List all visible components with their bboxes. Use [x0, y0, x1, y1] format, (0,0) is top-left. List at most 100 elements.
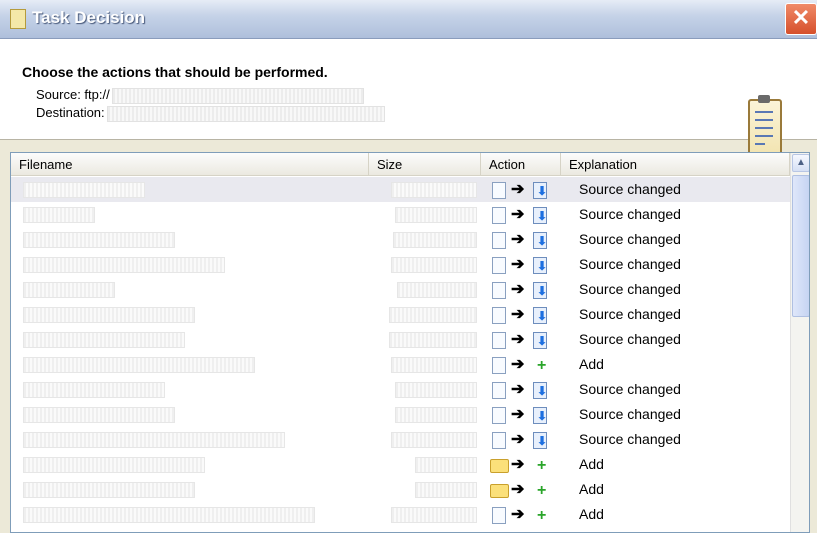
action-cell[interactable]: ➔ +	[489, 355, 579, 375]
table-row[interactable]: ➔ ⬇ Source changed	[11, 227, 790, 252]
scroll-up-button[interactable]: ▲	[792, 154, 809, 172]
download-file-icon: ⬇	[533, 257, 547, 274]
download-file-icon: ⬇	[533, 307, 547, 324]
arrow-right-icon: ➔	[511, 181, 525, 198]
filename-cell-redacted	[23, 282, 115, 298]
column-explanation[interactable]: Explanation	[561, 153, 790, 176]
file-icon	[492, 357, 506, 374]
file-icon	[492, 432, 506, 449]
table-row[interactable]: ➔ ⬇ Source changed	[11, 377, 790, 402]
explanation-cell: Source changed	[579, 406, 681, 422]
vertical-scrollbar[interactable]: ▲	[790, 153, 809, 532]
size-cell-redacted	[395, 382, 477, 398]
explanation-cell: Source changed	[579, 231, 681, 247]
file-icon	[492, 307, 506, 324]
table-row[interactable]: ➔ ⬇ Source changed	[11, 402, 790, 427]
table-row[interactable]: ➔ + Add	[11, 452, 790, 477]
action-cell[interactable]: ➔ ⬇	[489, 430, 579, 450]
download-file-icon: ⬇	[533, 182, 547, 199]
download-file-icon: ⬇	[533, 332, 547, 349]
column-filename[interactable]: Filename	[11, 153, 369, 176]
arrow-right-icon: ➔	[511, 206, 525, 223]
action-cell[interactable]: ➔ +	[489, 480, 579, 500]
destination-label: Destination:	[36, 105, 105, 120]
table-row[interactable]: ➔ ⬇ Source changed	[11, 277, 790, 302]
explanation-cell: Source changed	[579, 306, 681, 322]
dialog-header: Choose the actions that should be perfor…	[0, 39, 817, 163]
filename-cell-redacted	[23, 257, 225, 273]
table-row[interactable]: ➔ ⬇ Source changed	[11, 327, 790, 352]
folder-icon	[490, 459, 509, 473]
filename-cell-redacted	[23, 507, 315, 523]
arrow-right-icon: ➔	[511, 331, 525, 348]
file-icon	[492, 332, 506, 349]
action-cell[interactable]: ➔ ⬇	[489, 305, 579, 325]
size-cell-redacted	[389, 307, 477, 323]
explanation-cell: Source changed	[579, 256, 681, 272]
explanation-cell: Source changed	[579, 431, 681, 447]
file-icon	[492, 282, 506, 299]
filename-cell-redacted	[23, 382, 165, 398]
size-cell-redacted	[391, 507, 477, 523]
close-button[interactable]: ✕	[785, 3, 817, 35]
arrow-right-icon: ➔	[511, 406, 525, 423]
column-action[interactable]: Action	[481, 153, 561, 176]
arrow-right-icon: ➔	[511, 456, 525, 473]
file-icon	[492, 507, 506, 524]
explanation-cell: Source changed	[579, 381, 681, 397]
explanation-cell: Add	[579, 506, 604, 522]
explanation-cell: Add	[579, 356, 604, 372]
action-cell[interactable]: ➔ ⬇	[489, 280, 579, 300]
task-list[interactable]: Filename Size Action Explanation ➔ ⬇ Sourc…	[10, 152, 810, 533]
title-bar: Task Decision ✕	[0, 0, 817, 39]
table-row[interactable]: ➔ ⬇ Source changed	[11, 177, 790, 202]
action-cell[interactable]: ➔ ⬇	[489, 255, 579, 275]
source-redacted	[111, 87, 364, 104]
action-cell[interactable]: ➔ ⬇	[489, 230, 579, 250]
action-cell[interactable]: ➔ ⬇	[489, 330, 579, 350]
explanation-cell: Source changed	[579, 181, 681, 197]
filename-cell-redacted	[23, 182, 145, 198]
file-icon	[492, 382, 506, 399]
table-row[interactable]: ➔ + Add	[11, 477, 790, 502]
action-cell[interactable]: ➔ +	[489, 455, 579, 475]
heading: Choose the actions that should be perfor…	[22, 64, 328, 80]
scroll-thumb[interactable]	[792, 175, 809, 317]
explanation-cell: Source changed	[579, 281, 681, 297]
table-row[interactable]: ➔ ⬇ Source changed	[11, 302, 790, 327]
explanation-cell: Source changed	[579, 331, 681, 347]
app-icon	[10, 9, 26, 29]
action-cell[interactable]: ➔ ⬇	[489, 380, 579, 400]
explanation-cell: Add	[579, 481, 604, 497]
filename-cell-redacted	[23, 407, 175, 423]
explanation-cell: Add	[579, 456, 604, 472]
add-icon: +	[537, 357, 547, 374]
action-cell[interactable]: ➔ +	[489, 505, 579, 525]
table-row[interactable]: ➔ ⬇ Source changed	[11, 252, 790, 277]
arrow-right-icon: ➔	[511, 431, 525, 448]
table-row[interactable]: ➔ ⬇ Source changed	[11, 202, 790, 227]
file-icon	[492, 407, 506, 424]
table-row[interactable]: ➔ + Add	[11, 502, 790, 527]
arrow-right-icon: ➔	[511, 281, 525, 298]
table-row[interactable]: ➔ ⬇ Source changed	[11, 427, 790, 452]
size-cell-redacted	[397, 282, 477, 298]
size-cell-redacted	[391, 182, 477, 198]
file-icon	[492, 257, 506, 274]
file-icon	[492, 232, 506, 249]
column-size[interactable]: Size	[369, 153, 481, 176]
action-cell[interactable]: ➔ ⬇	[489, 205, 579, 225]
table-row[interactable]: ➔ + Add	[11, 352, 790, 377]
window-title: Task Decision	[32, 8, 146, 27]
source-line: Source: ftp://	[36, 87, 364, 104]
size-cell-redacted	[415, 457, 477, 473]
action-cell[interactable]: ➔ ⬇	[489, 405, 579, 425]
download-file-icon: ⬇	[533, 407, 547, 424]
add-icon: +	[537, 507, 547, 524]
folder-icon	[490, 484, 509, 498]
size-cell-redacted	[415, 482, 477, 498]
action-cell[interactable]: ➔ ⬇	[489, 180, 579, 200]
download-file-icon: ⬇	[533, 382, 547, 399]
arrow-right-icon: ➔	[511, 231, 525, 248]
filename-cell-redacted	[23, 207, 95, 223]
